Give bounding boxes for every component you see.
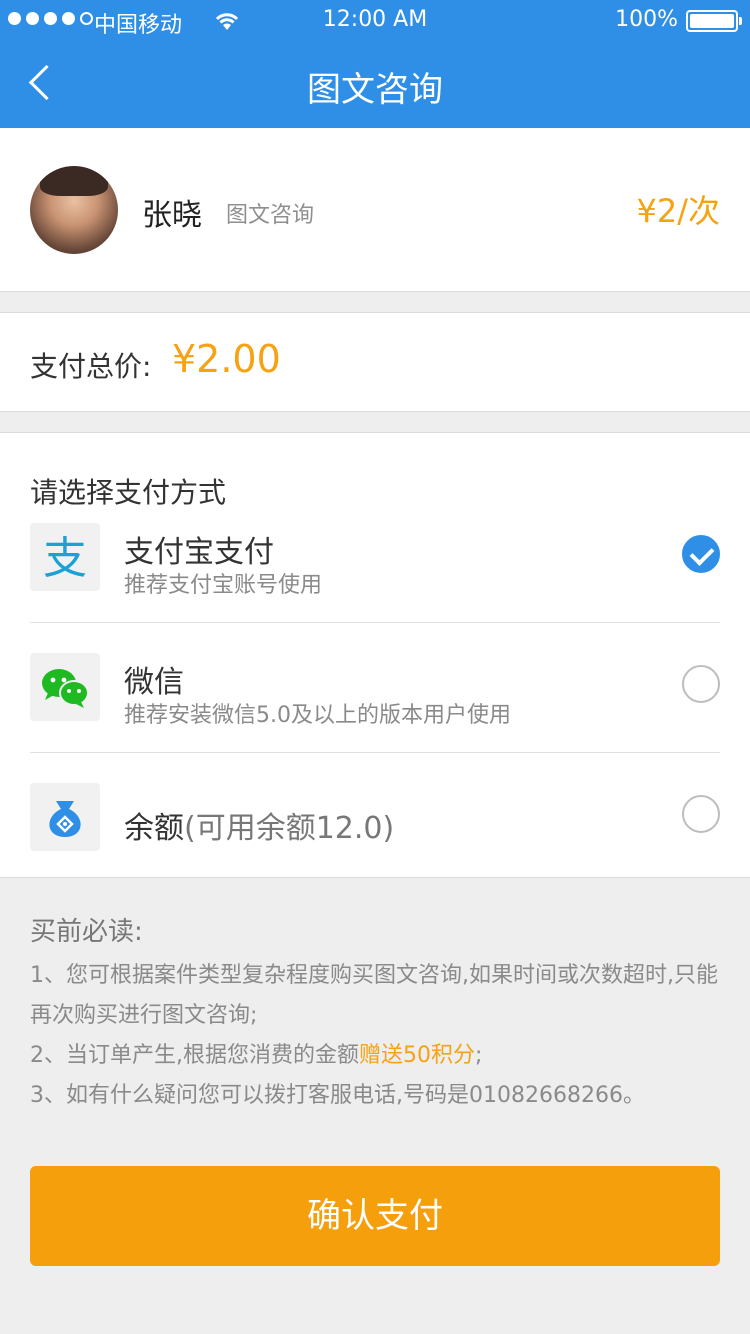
service-type: 图文咨询 — [226, 203, 315, 228]
balance-label: 余额 — [124, 811, 184, 846]
method-title: 微信 — [124, 665, 184, 700]
alipay-icon: 支 — [30, 523, 100, 591]
avatar — [30, 166, 118, 254]
payment-method-section: 请选择支付方式 支 支付宝支付 推荐支付宝账号使用 微信 推荐安装微信5.0及以… — [0, 432, 750, 878]
wechat-icon — [30, 653, 100, 721]
consultant-card: 张晓 图文咨询 ¥2/次 — [0, 128, 750, 292]
battery-icon — [686, 10, 742, 32]
status-bar: 中国移动 12:00 AM 100% — [0, 0, 750, 40]
method-title: 支付宝支付 — [124, 535, 274, 570]
battery-percentage: 100% — [615, 7, 678, 32]
method-title: 余额(可用余额12.0) — [124, 803, 394, 847]
money-bag-icon — [30, 783, 100, 851]
radio-wechat[interactable] — [682, 665, 720, 703]
notice-bonus-points: 赠送50积分 — [359, 1043, 475, 1068]
confirm-payment-button[interactable]: 确认支付 — [30, 1166, 720, 1266]
total-price-row: 支付总价: ¥2.00 — [0, 312, 750, 412]
page-title: 图文咨询 — [307, 70, 443, 110]
payment-option-balance[interactable]: 余额(可用余额12.0) — [0, 753, 750, 883]
payment-option-wechat[interactable]: 微信 推荐安装微信5.0及以上的版本用户使用 — [0, 623, 750, 753]
notice-title: 买前必读: — [30, 917, 143, 947]
notice-item-2-suffix: ; — [475, 1043, 483, 1068]
method-subtitle: 推荐支付宝账号使用 — [124, 573, 323, 598]
app-header: 中国移动 12:00 AM 100% 图文咨询 — [0, 0, 750, 128]
radio-alipay[interactable] — [682, 535, 720, 573]
payment-option-alipay[interactable]: 支 支付宝支付 推荐支付宝账号使用 — [0, 493, 750, 623]
total-label: 支付总价: — [30, 350, 152, 383]
radio-balance[interactable] — [682, 795, 720, 833]
balance-available: (可用余额12.0) — [184, 811, 395, 846]
svg-text:支: 支 — [43, 533, 87, 584]
notice-item-2: 2、当订单产生,根据您消费的金额赠送50积分; — [30, 1036, 730, 1076]
notice-item-1: 1、您可根据案件类型复杂程度购买图文咨询,如果时间或次数超时,只能再次购买进行图… — [30, 963, 718, 1028]
total-amount: ¥2.00 — [172, 337, 281, 381]
unit-price: ¥2/次 — [636, 192, 720, 230]
method-subtitle: 推荐安装微信5.0及以上的版本用户使用 — [124, 703, 511, 728]
notice-item-2-text: 2、当订单产生,根据您消费的金额 — [30, 1043, 359, 1068]
purchase-notice: 买前必读: 1、您可根据案件类型复杂程度购买图文咨询,如果时间或次数超时,只能再… — [30, 912, 730, 1116]
consultant-name: 张晓 — [142, 198, 202, 233]
notice-item-3: 3、如有什么疑问您可以拨打客服电话,号码是01082668266。 — [30, 1083, 645, 1108]
